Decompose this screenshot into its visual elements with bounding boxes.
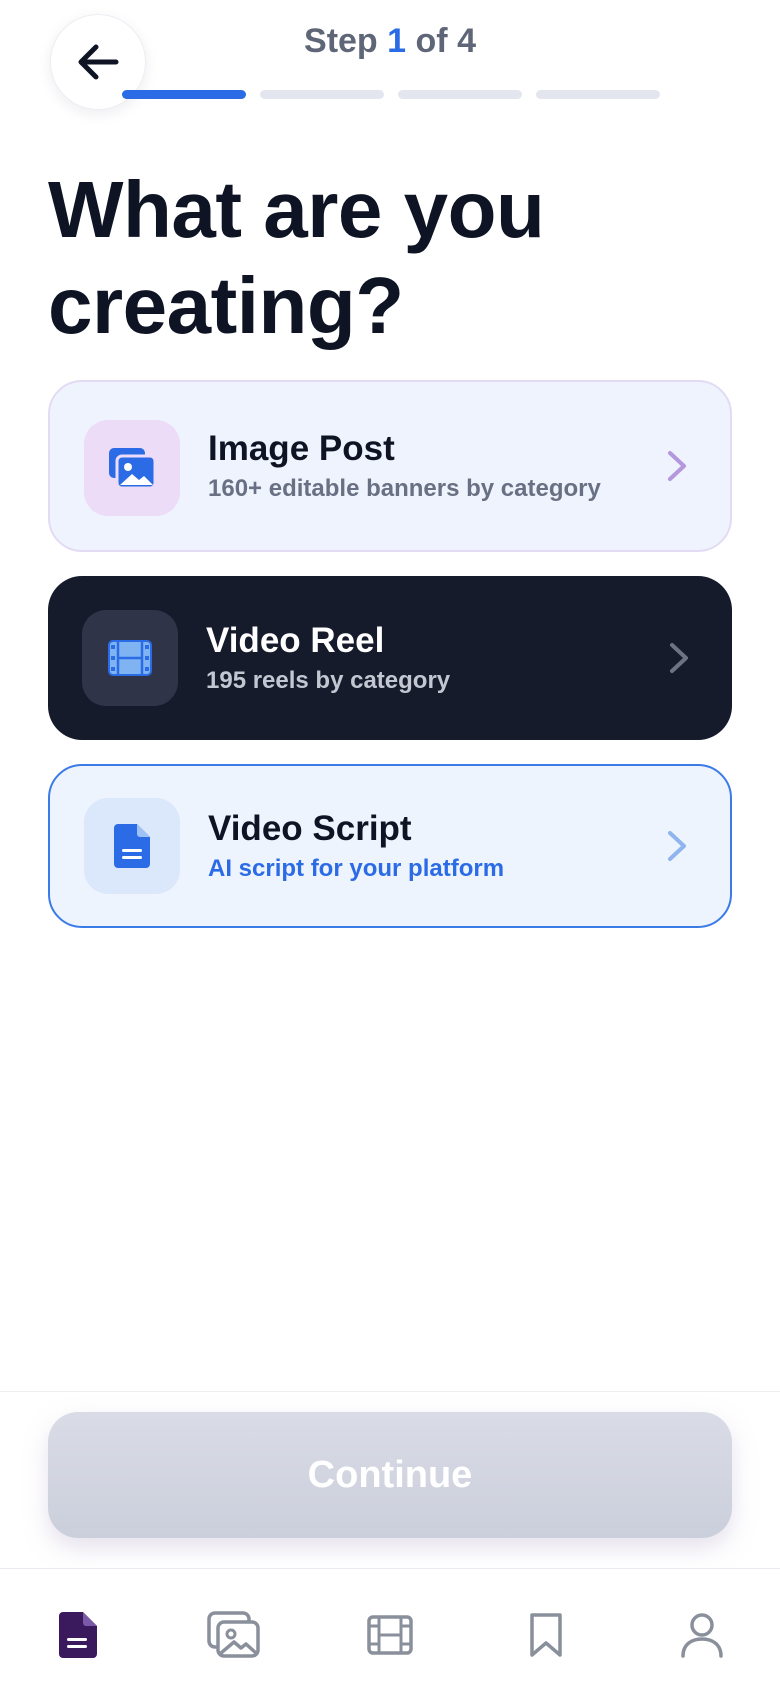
user-icon: [681, 1613, 723, 1658]
chevron-right-icon: [668, 451, 686, 481]
chevron-right-icon: [668, 831, 686, 861]
film-icon: [367, 1615, 413, 1655]
tab-scripts[interactable]: [48, 1605, 108, 1665]
document-icon: [84, 798, 180, 894]
continue-button[interactable]: Continue: [48, 1412, 732, 1538]
option-card-video-reel[interactable]: Video Reel 195 reels by category: [48, 576, 732, 740]
option-card-video-script[interactable]: Video Script AI script for your platform: [48, 764, 732, 928]
option-title: Video Reel: [206, 621, 385, 660]
progress-segment-1: [122, 90, 246, 99]
option-title: Video Script: [208, 809, 412, 848]
progress-segment-2: [260, 90, 384, 99]
chevron-right-icon: [670, 643, 688, 673]
step-current: 1: [387, 22, 407, 60]
bookmark-icon: [530, 1613, 562, 1657]
tab-profile[interactable]: [672, 1605, 732, 1665]
tab-images[interactable]: [204, 1605, 264, 1665]
option-subtitle: AI script for your platform: [208, 855, 505, 882]
step-suffix: of 4: [415, 22, 476, 60]
option-subtitle: 195 reels by category: [206, 667, 451, 694]
document-icon: [59, 1612, 97, 1658]
progress-segment-4: [536, 90, 660, 99]
footer-divider: [0, 1391, 780, 1392]
option-title: Image Post: [208, 429, 395, 468]
progress-segment-3: [398, 90, 522, 99]
step-indicator: Step 1 of 4: [0, 22, 780, 61]
option-card-image-post[interactable]: Image Post 160+ editable banners by cate…: [48, 380, 732, 552]
film-icon: [82, 610, 178, 706]
tab-saved[interactable]: [516, 1605, 576, 1665]
tab-reels[interactable]: [360, 1605, 420, 1665]
step-progress-bar: [122, 90, 660, 99]
option-subtitle: 160+ editable banners by category: [208, 475, 601, 502]
image-icon: [207, 1611, 260, 1658]
step-prefix: Step: [304, 22, 378, 60]
bottom-tab-bar: [0, 1568, 780, 1689]
images-icon: [84, 420, 180, 516]
page-title: What are you creating?: [48, 165, 545, 350]
